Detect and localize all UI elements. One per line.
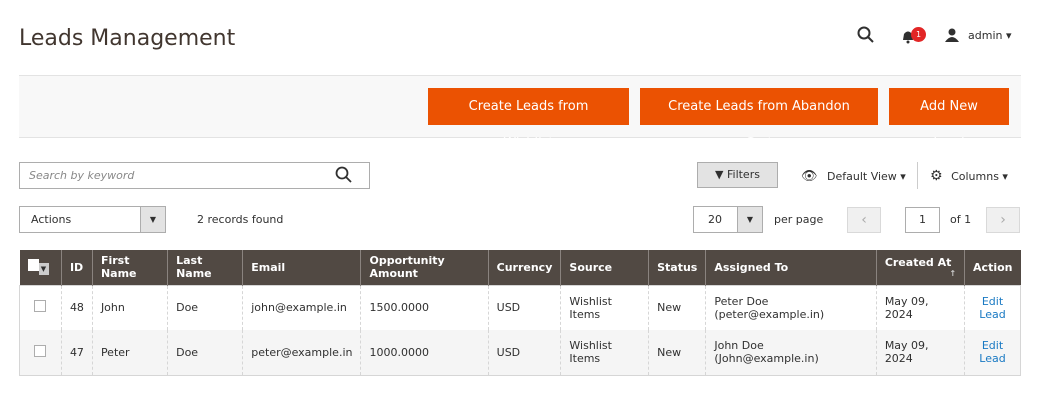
column-header-email[interactable]: Email	[242, 250, 361, 285]
cell-email: john@example.in	[242, 285, 361, 330]
page-title: Leads Management	[19, 26, 236, 51]
search-icon[interactable]	[857, 26, 875, 44]
eye-icon: 👁	[801, 169, 818, 184]
edit-link-word: Edit	[981, 339, 1004, 353]
table-row: 48 John Doe john@example.in 1500.0000 US…	[19, 285, 1021, 330]
create-leads-abandon-cart-button[interactable]: Create Leads from Abandon Cart	[640, 88, 878, 151]
cell-currency: USD	[487, 330, 561, 375]
cell-first-name: John	[91, 285, 168, 330]
column-header-status[interactable]: Status	[648, 250, 706, 285]
cell-last-name: Doe	[167, 285, 243, 330]
filters-label: Filters	[726, 168, 760, 181]
edit-lead-link[interactable]: Edit Lead	[979, 295, 1005, 321]
created-at-label: Created At	[884, 256, 952, 270]
prev-page-button[interactable]: ‹	[847, 207, 881, 233]
row-checkbox[interactable]	[34, 344, 47, 357]
cell-source: Wishlist Items	[560, 330, 649, 375]
cell-status: New	[648, 330, 706, 375]
user-name: admin	[968, 29, 1003, 42]
filter-icon: ▼	[715, 168, 724, 181]
filters-button[interactable]: ▼ Filters	[697, 162, 778, 188]
add-new-lead-button[interactable]: Add New Lead	[889, 88, 1009, 151]
column-header-last-name[interactable]: Last Name	[167, 250, 243, 285]
per-page-value: 20	[708, 213, 722, 226]
search-submit-icon[interactable]	[335, 166, 353, 184]
sort-asc-icon: ↑	[949, 269, 957, 279]
cell-id: 48	[60, 285, 93, 330]
columns-label: Columns	[951, 170, 999, 183]
cell-status: New	[648, 285, 706, 330]
divider	[917, 162, 918, 189]
search-input[interactable]: Search by keyword	[19, 162, 370, 189]
view-label: Default View	[827, 170, 897, 183]
cell-amount: 1000.0000	[360, 330, 489, 375]
cell-currency: USD	[487, 285, 561, 330]
column-header-opportunity-amount[interactable]: Opportunity Amount	[360, 250, 489, 285]
per-page-select[interactable]: 20 ▼	[693, 206, 763, 233]
cell-first-name: Peter	[91, 330, 168, 375]
column-header-created-at[interactable]: Created At ↑	[875, 250, 965, 285]
cell-amount: 1500.0000	[360, 285, 489, 330]
leads-grid: ▼ ID First Name Last Name Email Opportun…	[19, 250, 1021, 376]
edit-link-word: Edit	[981, 294, 1004, 308]
column-header-currency[interactable]: Currency	[487, 250, 561, 285]
cell-created-at: May 09, 2024	[875, 285, 965, 330]
cell-email: peter@example.in	[242, 330, 361, 375]
columns-dropdown[interactable]: ⚙ Columns ▾	[930, 168, 1008, 184]
column-header-id[interactable]: ID	[60, 250, 93, 285]
cell-source: Wishlist Items	[560, 285, 649, 330]
cell-last-name: Doe	[167, 330, 243, 375]
cell-id: 47	[60, 330, 93, 375]
select-all-header[interactable]: ▼	[19, 250, 62, 285]
row-checkbox[interactable]	[34, 300, 47, 313]
view-dropdown[interactable]: 👁 Default View ▾	[801, 169, 906, 184]
user-icon	[945, 28, 959, 42]
cell-created-at: May 09, 2024	[875, 330, 965, 375]
cell-assigned-to: Peter Doe (peter@example.in)	[705, 285, 877, 330]
column-header-assigned-to[interactable]: Assigned To	[705, 250, 877, 285]
cell-assigned-to: John Doe (John@example.in)	[705, 330, 877, 375]
records-count: 2 records found	[197, 213, 284, 226]
mass-actions-label: Actions	[31, 213, 72, 226]
per-page-label: per page	[774, 213, 824, 226]
column-header-first-name[interactable]: First Name	[91, 250, 168, 285]
lead-link-word: Lead	[979, 307, 1006, 321]
chevron-down-icon: ▼	[737, 207, 762, 232]
notification-badge: 1	[911, 27, 926, 42]
next-page-button[interactable]: ›	[986, 207, 1020, 233]
lead-link-word: Lead	[979, 352, 1006, 366]
page-total: of 1	[950, 213, 972, 226]
edit-lead-link[interactable]: Edit Lead	[979, 339, 1005, 365]
chevron-down-icon: ▼	[140, 207, 165, 232]
table-row: 47 Peter Doe peter@example.in 1000.0000 …	[19, 330, 1021, 375]
mass-actions-select[interactable]: Actions ▼	[19, 206, 166, 233]
column-header-action: Action	[964, 250, 1021, 285]
gear-icon: ⚙	[930, 168, 943, 184]
create-leads-wishlist-button[interactable]: Create Leads from Wishlist	[428, 88, 629, 151]
admin-menu[interactable]: admin ▾	[968, 29, 1012, 42]
column-header-source[interactable]: Source	[560, 250, 649, 285]
page-input[interactable]: 1	[905, 207, 940, 233]
